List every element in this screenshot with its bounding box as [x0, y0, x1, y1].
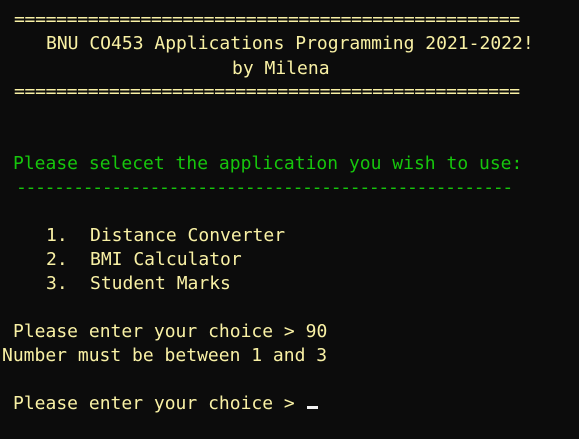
- menu-underline: ----------------------------------------…: [16, 177, 513, 198]
- banner-author: by Milena: [232, 58, 330, 79]
- menu-item-distance-converter: Distance Converter: [90, 225, 286, 246]
- choice-input-value: 90: [305, 321, 328, 342]
- choice-prompt-second[interactable]: Please enter your choice >: [13, 392, 318, 416]
- console-window[interactable]: ========================================…: [0, 0, 579, 439]
- menu-item-number: 1.: [46, 225, 68, 246]
- menu-item-bmi-calculator: BMI Calculator: [90, 249, 242, 270]
- error-message: Number must be between 1 and 3: [2, 345, 328, 366]
- banner-title: BNU CO453 Applications Programming 2021-…: [46, 33, 534, 54]
- menu-heading: Please selecet the application you wish …: [13, 153, 523, 174]
- banner-rule-bottom: ========================================…: [14, 81, 520, 102]
- choice-prompt-text: Please enter your choice >: [13, 393, 306, 414]
- menu-item-number: 3.: [46, 273, 68, 294]
- choice-prompt-text: Please enter your choice >: [13, 321, 306, 342]
- text-cursor: [306, 406, 318, 409]
- menu-item-number: 2.: [46, 249, 68, 270]
- menu-item-student-marks: Student Marks: [90, 273, 231, 294]
- choice-prompt-first: Please enter your choice > 90: [13, 320, 327, 344]
- banner-rule-top: ========================================…: [14, 9, 520, 30]
